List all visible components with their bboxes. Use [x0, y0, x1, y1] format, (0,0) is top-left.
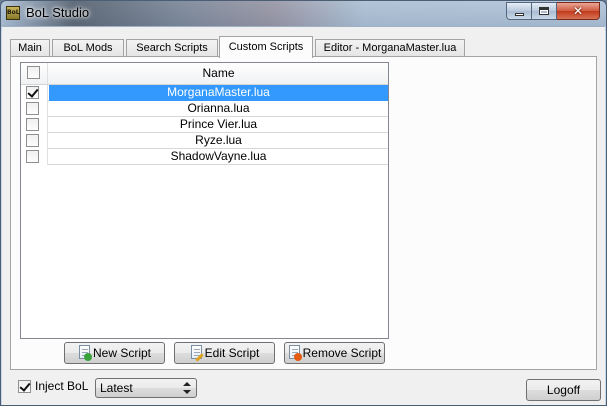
script-name[interactable]: Prince Vier.lua [49, 117, 388, 133]
script-name[interactable]: Ryze.lua [49, 133, 388, 149]
row-check-cell [21, 149, 48, 165]
script-name[interactable]: Orianna.lua [49, 101, 388, 117]
table-row[interactable]: Ryze.lua [21, 133, 388, 149]
table-row[interactable]: Prince Vier.lua [21, 117, 388, 133]
row-check-cell [21, 101, 48, 117]
tab-custom-scripts[interactable]: Custom Scripts [219, 36, 313, 58]
version-select-value: Latest [100, 381, 133, 395]
script-name[interactable]: MorganaMaster.lua [49, 85, 388, 101]
remove-script-label: Remove Script [302, 346, 382, 360]
scripts-table: Name MorganaMaster.lua Orianna.lua Princ… [20, 62, 389, 339]
window-client-area: Main BoL Mods Search Scripts Custom Scri… [2, 26, 605, 405]
new-script-button[interactable]: New Script [64, 342, 165, 364]
new-document-icon [78, 345, 92, 361]
edit-script-label: Edit Script [204, 346, 260, 360]
dropdown-arrows-icon [183, 382, 191, 394]
row-check-cell [21, 85, 48, 101]
minimize-button[interactable] [506, 2, 532, 20]
row-checkbox[interactable] [26, 134, 39, 147]
row-checkbox[interactable] [26, 150, 39, 163]
tab-search-scripts[interactable]: Search Scripts [126, 39, 218, 57]
edit-document-icon [190, 345, 204, 362]
row-check-cell [21, 133, 48, 149]
row-check-cell [21, 117, 48, 133]
table-header: Name [21, 63, 388, 85]
title-bar[interactable]: BoL BoL Studio ✕ [1, 1, 606, 26]
app-logo-icon: BoL [6, 6, 20, 20]
logoff-button[interactable]: Logoff [526, 379, 601, 401]
close-icon: ✕ [572, 4, 584, 18]
table-row[interactable]: Orianna.lua [21, 101, 388, 117]
minimize-icon [514, 12, 524, 16]
edit-script-button[interactable]: Edit Script [174, 342, 275, 364]
version-select[interactable]: Latest [95, 378, 197, 398]
tab-main[interactable]: Main [10, 39, 50, 57]
tab-editor[interactable]: Editor - MorganaMaster.lua [315, 39, 465, 57]
remove-document-icon [288, 345, 302, 361]
inject-bol-label[interactable]: Inject BoL [35, 379, 88, 393]
custom-scripts-panel: Name MorganaMaster.lua Orianna.lua Princ… [10, 56, 597, 370]
row-checkbox[interactable] [26, 118, 39, 131]
column-header-name[interactable]: Name [49, 63, 388, 84]
new-script-label: New Script [92, 346, 151, 360]
table-row[interactable]: MorganaMaster.lua [21, 85, 388, 101]
tab-bol-mods[interactable]: BoL Mods [52, 39, 124, 57]
window-controls: ✕ [506, 2, 600, 20]
app-window: BoL BoL Studio ✕ Main BoL Mods Search Sc… [0, 0, 607, 406]
maximize-button[interactable] [532, 2, 557, 20]
header-check-cell [21, 63, 48, 84]
maximize-icon [539, 7, 549, 15]
row-checkbox[interactable] [26, 86, 39, 99]
table-row[interactable]: ShadowVayne.lua [21, 149, 388, 165]
window-title: BoL Studio [26, 5, 90, 20]
row-checkbox[interactable] [26, 102, 39, 115]
remove-script-button[interactable]: Remove Script [284, 342, 385, 364]
script-name[interactable]: ShadowVayne.lua [49, 149, 388, 165]
select-all-checkbox[interactable] [27, 66, 40, 79]
inject-bol-checkbox[interactable] [18, 380, 31, 393]
close-button[interactable]: ✕ [557, 2, 600, 20]
